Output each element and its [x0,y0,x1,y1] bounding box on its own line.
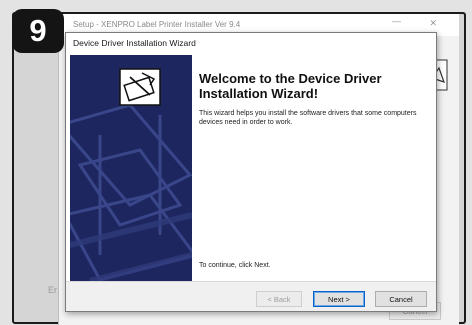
step-number-badge: 9 [12,9,64,53]
wizard-titlebar: Device Driver Installation Wizard [66,33,436,55]
wizard-continue-hint: To continue, click Next. [199,262,271,269]
background-window-title: Setup - XENPRO Label Printer Installer V… [73,20,241,29]
wizard-title: Device Driver Installation Wizard [73,38,196,48]
wizard-content-panel: Welcome to the Device Driver Installatio… [192,55,436,281]
wizard-description: This wizard helps you install the softwa… [199,110,417,126]
back-button[interactable]: < Back [256,291,302,307]
wizard-button-bar: < Back Next > Cancel [66,281,436,311]
driver-install-icon [119,68,161,106]
sidebar-artwork [70,55,192,281]
cancel-button[interactable]: Cancel [375,291,427,307]
minimize-icon[interactable]: — [392,16,401,26]
device-driver-wizard-dialog: Device Driver Installation Wizard Welcom… [65,32,437,312]
close-icon[interactable]: ✕ [429,18,437,29]
wizard-sidebar-banner [70,55,192,281]
wizard-heading: Welcome to the Device Driver Installatio… [199,71,382,101]
next-button[interactable]: Next > [313,291,365,307]
background-text-fragment: Er [48,285,57,295]
